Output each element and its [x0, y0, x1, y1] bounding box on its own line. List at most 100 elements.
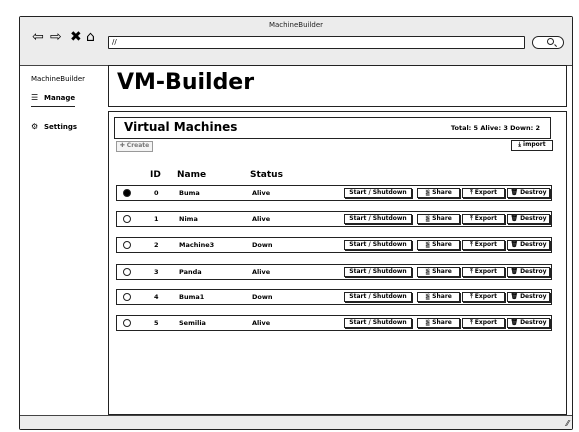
destroy-button[interactable]: 🗑 Destroy	[507, 292, 550, 302]
gear-icon: ⚙	[31, 122, 39, 131]
row-radio[interactable]	[123, 293, 131, 301]
import-label: import	[523, 141, 546, 148]
export-icon: ⤒	[470, 215, 473, 222]
import-icon: ⤓	[518, 141, 522, 148]
row-radio[interactable]	[123, 268, 131, 276]
table-row[interactable]: 1 Nima Alive Start / Shutdown ⪠ Share ⤒ Export 🗑…	[116, 211, 552, 227]
share-button[interactable]: ⪠ Share	[417, 318, 460, 328]
destroy-button[interactable]: 🗑 Destroy	[507, 318, 550, 328]
vm-name: Buma1	[179, 293, 205, 301]
share-button[interactable]: ⪠ Share	[417, 267, 460, 277]
destroy-button[interactable]: 🗑 Destroy	[507, 188, 550, 198]
row-radio[interactable]	[123, 215, 131, 223]
vm-name: Panda	[179, 268, 202, 276]
home-icon[interactable]: ⌂	[86, 30, 95, 44]
export-icon: ⤒	[470, 319, 473, 326]
vm-status: Down	[252, 293, 273, 301]
table-row[interactable]: 5 Semilia Alive Start / Shutdown ⪠ Share ⤒ Expo…	[116, 315, 552, 331]
search-icon	[547, 38, 554, 45]
vm-name: Semilia	[179, 319, 206, 327]
share-label: Share	[432, 268, 452, 275]
start-shutdown-button[interactable]: Start / Shutdown	[344, 318, 412, 328]
vm-name: Nima	[179, 215, 198, 223]
sidebar-brand: MachineBuilder	[31, 75, 86, 83]
export-icon: ⤒	[470, 241, 473, 248]
forward-icon[interactable]: ⇨	[50, 30, 62, 44]
destroy-button[interactable]: 🗑 Destroy	[507, 267, 550, 277]
trash-icon: 🗑	[510, 241, 519, 248]
sidebar-item-settings[interactable]: ⚙ Settings	[31, 122, 77, 131]
export-icon: ⤒	[470, 189, 473, 196]
vm-status: Alive	[252, 215, 271, 223]
start-shutdown-button[interactable]: Start / Shutdown	[344, 267, 412, 277]
destroy-button[interactable]: 🗑 Destroy	[507, 240, 550, 250]
trash-icon: 🗑	[510, 319, 519, 326]
active-underline	[31, 106, 75, 107]
share-button[interactable]: ⪠ Share	[417, 292, 460, 302]
vm-status: Down	[252, 241, 273, 249]
row-radio[interactable]	[123, 319, 131, 327]
back-icon[interactable]: ⇦	[32, 30, 44, 44]
column-header-name: Name	[177, 170, 207, 180]
start-shutdown-button[interactable]: Start / Shutdown	[344, 214, 412, 224]
share-button[interactable]: ⪠ Share	[417, 240, 460, 250]
destroy-label: Destroy	[520, 293, 547, 300]
vm-name: Machine3	[179, 241, 215, 249]
export-icon: ⤒	[470, 268, 473, 275]
sidebar-item-manage[interactable]: ☰ Manage	[31, 93, 76, 107]
share-button[interactable]: ⪠ Share	[417, 214, 460, 224]
list-icon: ☰	[31, 93, 39, 102]
export-label: Export	[474, 319, 497, 326]
table-row[interactable]: 4 Buma1 Down Start / Shutdown ⪠ Share ⤒ Export 🗑…	[116, 289, 552, 305]
table-row[interactable]: 3 Panda Alive Start / Shutdown ⪠ Share ⤒ Export…	[116, 264, 552, 280]
start-shutdown-button[interactable]: Start / Shutdown	[344, 240, 412, 250]
share-button[interactable]: ⪠ Share	[417, 188, 460, 198]
destroy-label: Destroy	[520, 189, 547, 196]
share-label: Share	[432, 293, 452, 300]
destroy-button[interactable]: 🗑 Destroy	[507, 214, 550, 224]
start-shutdown-button[interactable]: Start / Shutdown	[344, 292, 412, 302]
section-title: Virtual Machines	[124, 120, 238, 134]
trash-icon: 🗑	[510, 268, 519, 275]
sidebar-item-label: Manage	[44, 94, 76, 102]
trash-icon: 🗑	[510, 215, 519, 222]
destroy-label: Destroy	[520, 319, 547, 326]
search-input[interactable]	[532, 36, 564, 49]
sidebar-item-label: Settings	[44, 123, 78, 131]
table-row[interactable]: 0 Buma Alive Start / Shutdown ⪠ Share ⤒ Export 🗑…	[116, 185, 552, 201]
browser-window: MachineBuilder ⇦ ⇨ ✖ ⌂ // MachineBuilder…	[19, 16, 573, 430]
column-header-status: Status	[250, 170, 283, 180]
window-title: MachineBuilder	[268, 21, 324, 29]
export-label: Export	[474, 268, 497, 275]
export-button[interactable]: ⤒ Export	[462, 267, 505, 277]
close-icon[interactable]: ✖	[70, 30, 82, 44]
table-row[interactable]: 2 Machine3 Down Start / Shutdown ⪠ Share ⤒ Expo…	[116, 237, 552, 253]
share-label: Share	[432, 189, 452, 196]
share-label: Share	[432, 215, 452, 222]
column-header-id: ID	[150, 170, 161, 180]
export-label: Export	[474, 215, 497, 222]
share-icon: ⪠	[425, 241, 431, 248]
url-input[interactable]: //	[108, 36, 525, 49]
page-header: VM-Builder	[108, 65, 567, 107]
trash-icon: 🗑	[510, 293, 519, 300]
row-radio[interactable]	[123, 189, 131, 197]
export-button[interactable]: ⤒ Export	[462, 318, 505, 328]
create-button[interactable]: ✚ Create	[116, 141, 153, 152]
export-button[interactable]: ⤒ Export	[462, 240, 505, 250]
share-icon: ⪠	[425, 268, 431, 275]
export-button[interactable]: ⤒ Export	[462, 292, 505, 302]
export-button[interactable]: ⤒ Export	[462, 188, 505, 198]
vm-status: Alive	[252, 189, 271, 197]
import-button[interactable]: ⤓ import	[511, 140, 553, 151]
resize-handle-icon[interactable]: ⁄⁄	[566, 419, 569, 428]
row-radio[interactable]	[123, 241, 131, 249]
export-button[interactable]: ⤒ Export	[462, 214, 505, 224]
start-shutdown-button[interactable]: Start / Shutdown	[344, 188, 412, 198]
page-title: VM-Builder	[117, 70, 255, 95]
section-header: Virtual Machines Total: 5 Alive: 3 Down:…	[114, 117, 551, 139]
trash-icon: 🗑	[510, 189, 519, 196]
share-icon: ⪠	[425, 319, 431, 326]
status-bar: ⁄⁄	[20, 415, 572, 429]
vm-id: 5	[154, 319, 159, 327]
